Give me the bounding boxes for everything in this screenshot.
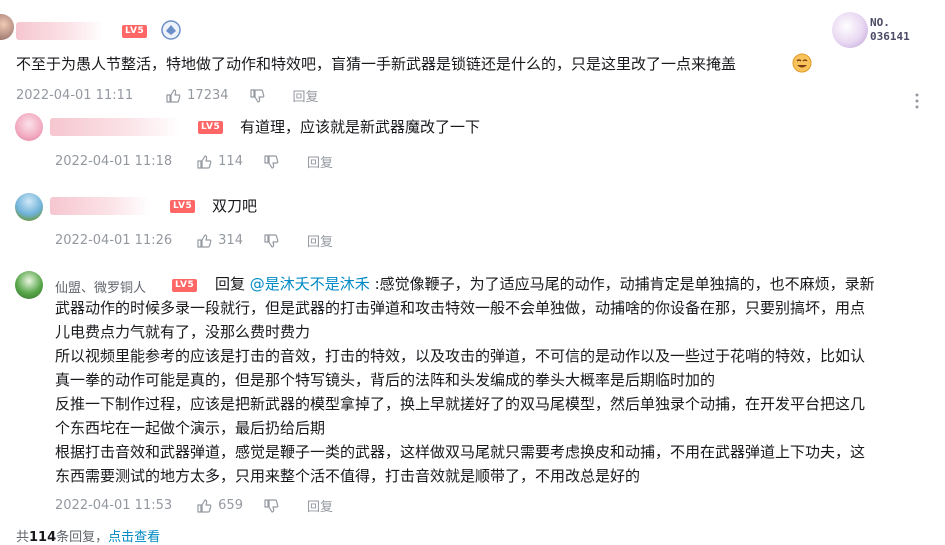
reply-username[interactable] [50,197,150,215]
reply-avatar[interactable] [15,193,43,221]
long-reply-line-7: 个东西坨在一起做个演示，最后扔给后期 [55,419,326,437]
reply-like-count: 314 [218,233,243,248]
dislike-icon[interactable] [263,498,279,514]
long-reply-line-1: 回复 @是沐夭不是沐禾 :感觉像鞭子，为了适应马尾的动作，动捕肯定是单独搞的，也… [55,272,935,296]
long-reply-line-4: 所以视频里能参考的应该是打击的音效，打击的特效，以及攻击的弹道，不可信的是动作以… [55,347,866,365]
like-icon[interactable] [196,154,212,170]
like-icon[interactable] [196,233,212,249]
reply-meta-row: 2022-04-01 11:53 659 回复 [55,496,333,515]
mention-link[interactable]: @是沐夭不是沐禾 [250,275,370,293]
main-comment-content: 不至于为愚人节整活，特地做了动作和特效吧，盲猜一手新武器是锁链还是什么的，只是这… [16,55,737,73]
main-username[interactable] [16,22,104,40]
long-reply-text: 回复 @是沐夭不是沐禾 :感觉像鞭子，为了适应马尾的动作，动捕肯定是单独搞的，也… [55,272,935,488]
main-like-count: 17234 [187,88,229,103]
reply-avatar[interactable] [15,271,43,299]
reply-meta-row: 2022-04-01 11:26 314 回复 [55,231,333,250]
view-replies-link[interactable]: 点击查看 [108,530,160,545]
dislike-icon[interactable] [263,233,279,249]
footer-count: 114 [29,530,57,545]
reply-level-badge: LV5 [198,121,224,134]
laugh-emoji-icon [792,53,812,73]
reply-text: 有道理，应该就是新武器魔改了一下 [240,118,481,136]
like-icon[interactable] [165,88,181,104]
long-reply-line-5: 真一拳的动作可能是真的，但是那个特写镜头，背后的法阵和头发编成的拳头大概率是后期… [55,371,716,389]
fan-badge-icon [160,19,182,41]
footer-suffix: 条回复， [56,530,109,545]
reply-reply-button[interactable]: 回复 [307,496,333,515]
reply-to-label: 回复 [215,275,250,293]
main-comment-text: 不至于为愚人节整活，特地做了动作和特效吧，盲猜一手新武器是锁链还是什么的，只是这… [16,52,736,76]
decoration-character-icon [832,12,868,48]
dislike-icon[interactable] [249,88,265,104]
reply-reply-button[interactable]: 回复 [307,152,333,171]
reply-level-badge: LV5 [170,200,196,213]
main-reply-button[interactable]: 回复 [293,86,319,105]
long-reply-line-8: 根据打击音效和武器弹道，感觉是鞭子一类的武器，这样做双马尾就只需要考虑换皮和动捕… [55,443,866,461]
reply-avatar[interactable] [15,113,43,141]
long-reply-line-2: 武器动作的时候多录一段就行，但是武器的打击弹道和攻击特效一般不会单独做，动捕啥的… [55,299,866,317]
reply-text: 双刀吧 [212,197,258,215]
reply-time: 2022-04-01 11:26 [55,233,173,248]
reply-like-count: 114 [218,154,243,169]
dislike-icon[interactable] [263,154,279,170]
main-meta-row: 2022-04-01 11:11 17234 回复 [16,86,319,105]
reply-count-footer: 共114条回复，点击查看 [16,526,160,545]
main-level-badge: LV5 [122,25,148,38]
decoration-no-value: 036141 [870,30,910,43]
reply-username[interactable] [50,118,180,136]
decoration-card: NO. 036141 [832,12,932,52]
main-time: 2022-04-01 11:11 [16,88,134,103]
long-reply-line-1-text: :感觉像鞭子，为了适应马尾的动作，动捕肯定是单独搞的，也不麻烦，录新 [369,275,875,293]
long-reply-line-9: 东西需要测试的地方太多，只用来整个活不值得，打击音效就是顺带了，不用改总是好的 [55,467,641,485]
reply-time: 2022-04-01 11:18 [55,154,173,169]
main-avatar[interactable] [0,14,14,40]
reply-time: 2022-04-01 11:53 [55,498,173,513]
long-reply-line-6: 反推一下制作过程，应该是把新武器的模型拿掉了，换上早就搓好了的双马尾模型，然后单… [55,395,866,413]
long-reply-line-3: 儿电费点力气就有了，没那么费时费力 [55,323,311,341]
more-options-icon[interactable] [914,93,920,109]
footer-prefix: 共 [16,530,30,545]
like-icon[interactable] [196,498,212,514]
decoration-no-label: NO. [870,16,890,29]
reply-reply-button[interactable]: 回复 [307,231,333,250]
reply-like-count: 659 [218,498,243,513]
reply-meta-row: 2022-04-01 11:18 114 回复 [55,152,333,171]
